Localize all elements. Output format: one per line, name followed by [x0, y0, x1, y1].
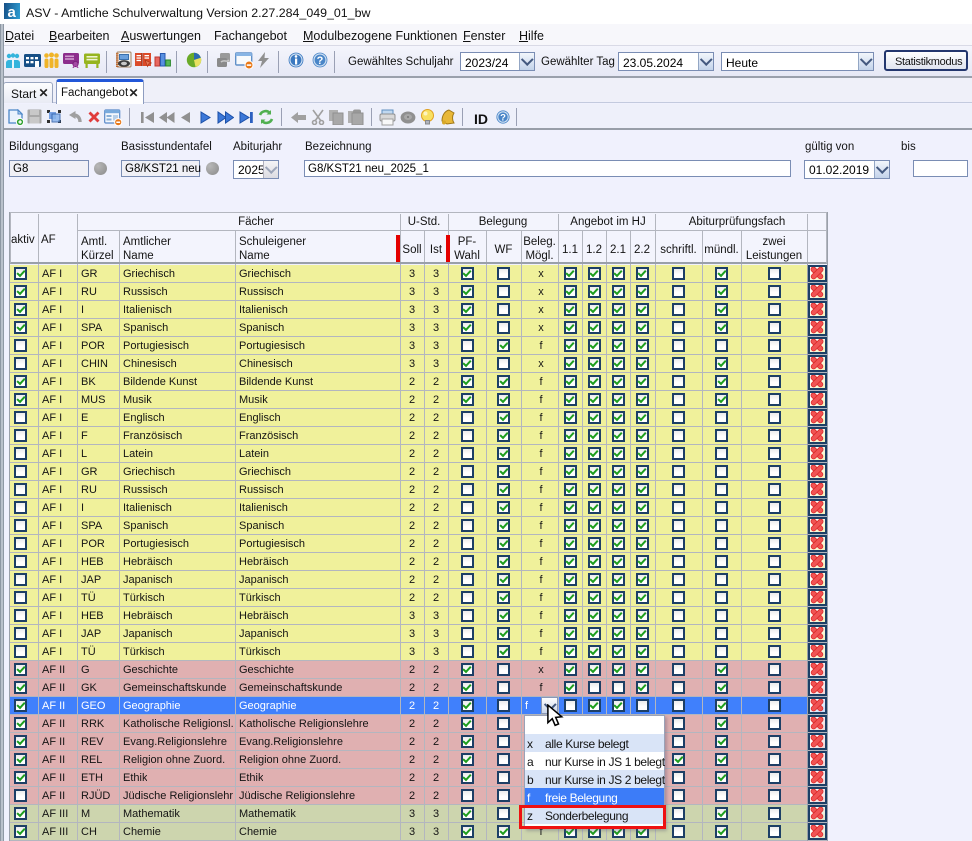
svg-text:?: ? [317, 55, 324, 67]
svg-text:?: ? [500, 112, 506, 123]
